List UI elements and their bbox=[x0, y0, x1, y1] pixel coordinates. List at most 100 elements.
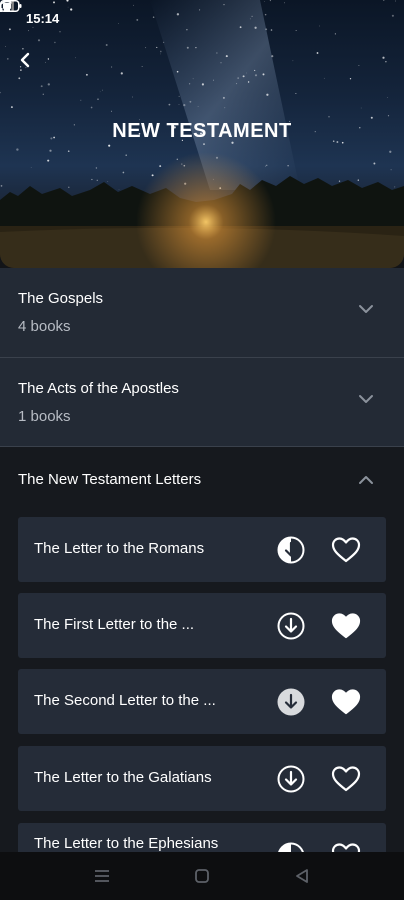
menu-icon[interactable] bbox=[93, 867, 111, 885]
section-letters: The New Testament Letters The Letter to … bbox=[0, 447, 404, 900]
star bbox=[99, 91, 101, 93]
star bbox=[40, 85, 43, 88]
star bbox=[186, 46, 189, 49]
star bbox=[107, 181, 109, 183]
star bbox=[266, 93, 269, 96]
download-icon[interactable] bbox=[276, 764, 306, 794]
star bbox=[111, 66, 113, 68]
chevron-up-icon[interactable] bbox=[358, 475, 374, 485]
star bbox=[237, 77, 239, 79]
star bbox=[358, 64, 360, 67]
chevron-down-icon[interactable] bbox=[358, 304, 374, 314]
system-nav-bar bbox=[0, 852, 404, 900]
book-card-galatians[interactable]: The Letter to the Galatians bbox=[18, 746, 386, 811]
book-card-romans[interactable]: The Letter to the Romans bbox=[18, 517, 386, 582]
star bbox=[323, 77, 325, 79]
star bbox=[212, 79, 214, 81]
star bbox=[6, 58, 9, 60]
star bbox=[222, 96, 225, 99]
star bbox=[266, 164, 268, 166]
star bbox=[189, 100, 192, 103]
star bbox=[203, 143, 205, 145]
star bbox=[95, 167, 98, 169]
star bbox=[10, 106, 13, 109]
star bbox=[349, 78, 352, 80]
star bbox=[292, 60, 294, 62]
star bbox=[295, 92, 297, 95]
star bbox=[111, 110, 113, 112]
star bbox=[178, 95, 180, 97]
heart-icon[interactable] bbox=[331, 536, 361, 564]
star bbox=[338, 180, 341, 182]
star bbox=[159, 165, 162, 168]
star bbox=[265, 165, 267, 167]
star bbox=[30, 167, 32, 168]
star bbox=[195, 46, 197, 49]
star bbox=[156, 46, 158, 48]
star bbox=[159, 50, 162, 53]
download-icon[interactable] bbox=[276, 611, 306, 641]
star bbox=[385, 61, 387, 63]
star bbox=[287, 165, 289, 167]
heart-icon[interactable] bbox=[331, 765, 361, 793]
book-card-second-letter[interactable]: The Second Letter to the ... bbox=[18, 669, 386, 734]
section-gospels[interactable]: The Gospels 4 books bbox=[0, 268, 404, 358]
star bbox=[188, 83, 191, 85]
star bbox=[389, 150, 392, 153]
chevron-down-icon[interactable] bbox=[358, 394, 374, 404]
star bbox=[4, 46, 6, 48]
book-title: The Letter to the Ephesians bbox=[34, 835, 219, 852]
download-icon[interactable] bbox=[276, 687, 306, 717]
heart-icon[interactable] bbox=[331, 688, 361, 716]
star bbox=[122, 171, 125, 174]
star bbox=[328, 115, 330, 118]
star bbox=[176, 70, 179, 73]
star bbox=[80, 99, 82, 101]
star bbox=[37, 39, 41, 42]
star bbox=[220, 62, 222, 64]
section-book-count: 4 books bbox=[18, 318, 71, 335]
star bbox=[316, 52, 319, 54]
star bbox=[160, 53, 161, 55]
star bbox=[183, 103, 186, 107]
star bbox=[357, 179, 359, 181]
home-icon[interactable] bbox=[193, 867, 211, 885]
star bbox=[246, 72, 247, 74]
star bbox=[125, 154, 127, 156]
star bbox=[42, 93, 44, 95]
status-bar: 15:14 bbox=[0, 0, 404, 36]
section-acts[interactable]: The Acts of the Apostles 1 books bbox=[0, 358, 404, 447]
back-icon[interactable] bbox=[293, 867, 311, 885]
star bbox=[373, 162, 376, 165]
star bbox=[68, 186, 70, 188]
star bbox=[47, 159, 50, 162]
star bbox=[120, 72, 123, 75]
star bbox=[74, 57, 76, 59]
star bbox=[67, 150, 70, 153]
star bbox=[168, 103, 171, 106]
star bbox=[102, 89, 103, 91]
star bbox=[216, 52, 218, 54]
heart-icon[interactable] bbox=[331, 612, 361, 640]
star bbox=[54, 41, 56, 44]
back-button[interactable] bbox=[18, 52, 48, 82]
star bbox=[360, 107, 362, 109]
download-icon[interactable] bbox=[276, 535, 306, 565]
star bbox=[16, 148, 19, 151]
star bbox=[22, 48, 24, 50]
book-card-first-letter[interactable]: The First Letter to the ... bbox=[18, 593, 386, 658]
star bbox=[141, 66, 143, 67]
star bbox=[118, 189, 120, 191]
star bbox=[85, 73, 88, 76]
star bbox=[91, 178, 93, 181]
star bbox=[0, 185, 3, 187]
star bbox=[90, 106, 93, 109]
star bbox=[387, 115, 390, 117]
star bbox=[0, 91, 1, 94]
book-title: The Letter to the Galatians bbox=[34, 769, 212, 786]
star bbox=[390, 169, 392, 171]
star bbox=[387, 97, 388, 99]
star bbox=[394, 186, 396, 188]
section-book-count: 1 books bbox=[18, 408, 71, 425]
chevron-left-icon bbox=[20, 52, 30, 68]
